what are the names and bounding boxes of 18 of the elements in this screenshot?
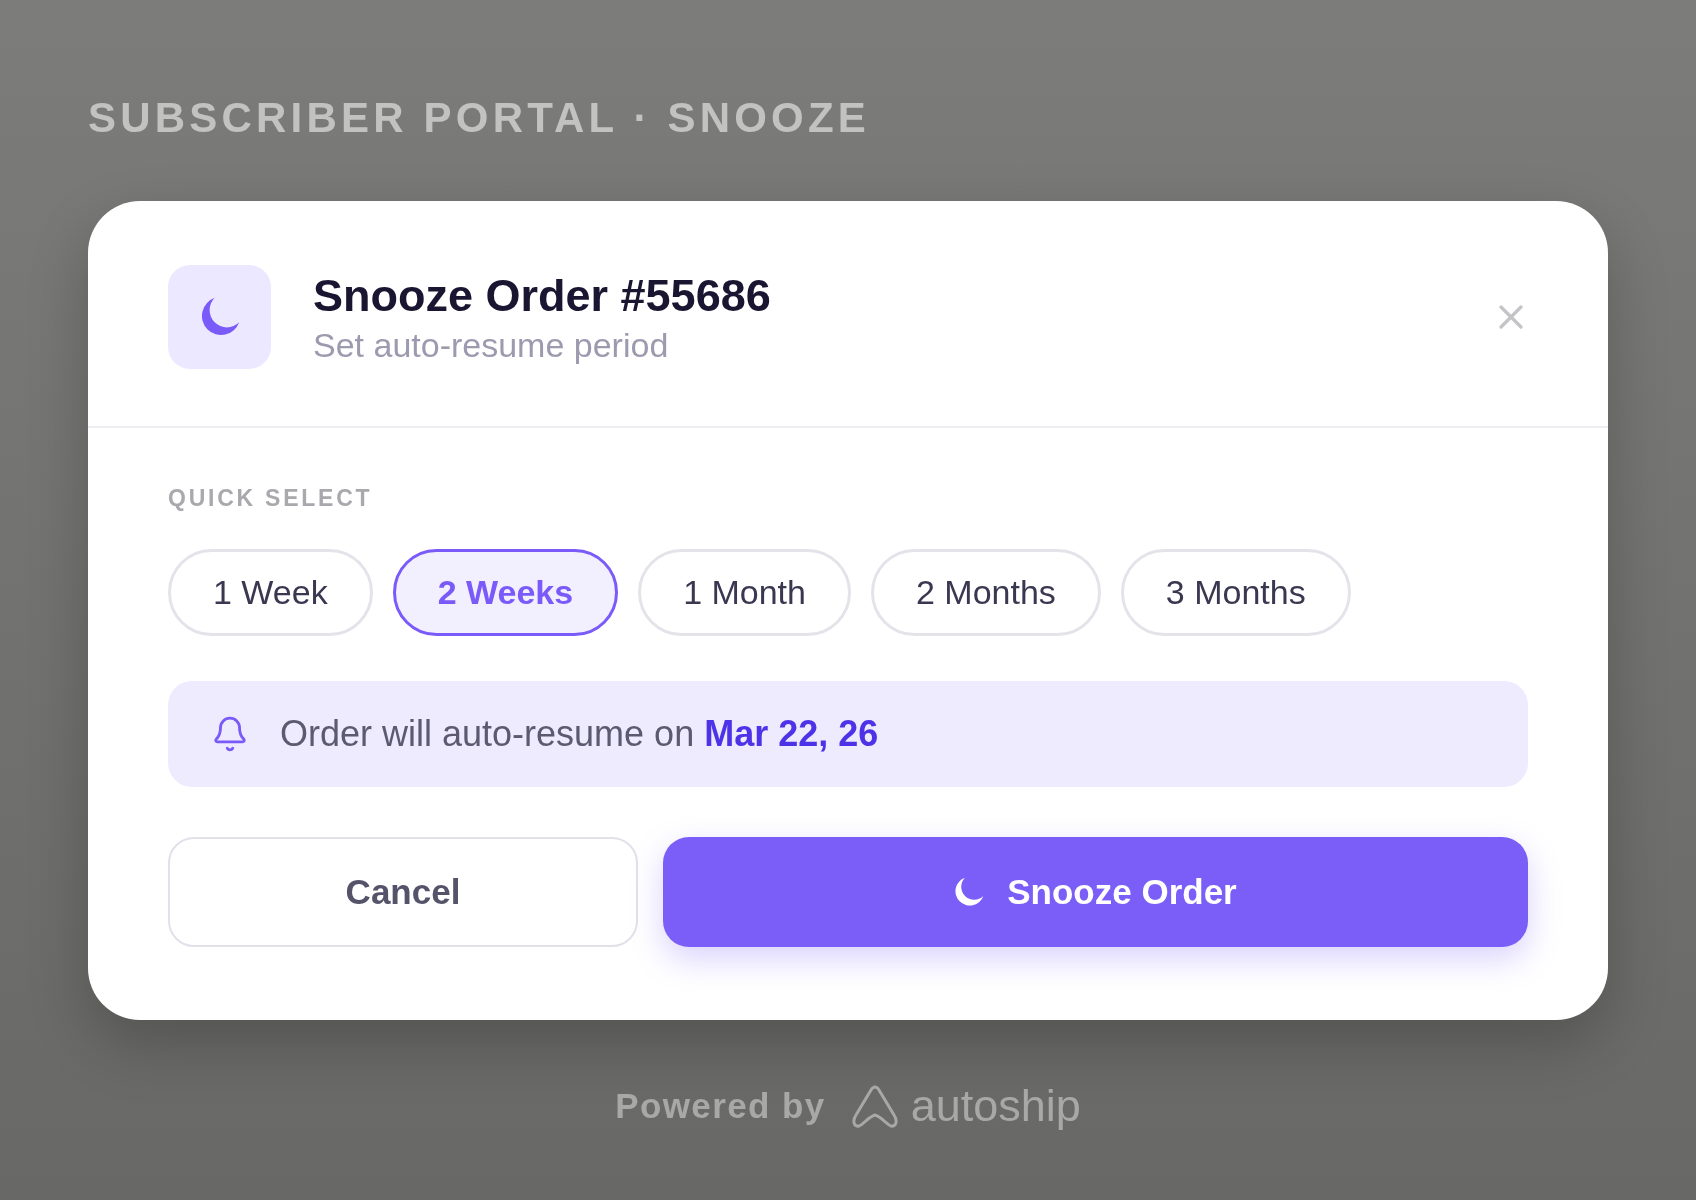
dialog-subtitle: Set auto-resume period [313,324,670,365]
page-title: SUBSCRIBER PORTAL · SNOOZE [88,96,871,140]
moon-icon [168,265,271,369]
snooze-order-button[interactable]: Snooze Order [663,837,1528,947]
duration-option[interactable]: 1 Week [168,549,373,636]
brand-name: autoship [910,1082,1081,1130]
dialog-title: Snooze Order #55686 [313,269,771,322]
cancel-button[interactable]: Cancel [168,837,638,947]
close-icon[interactable] [1499,305,1523,329]
duration-option[interactable]: 2 Months [871,549,1101,636]
powered-by-text: Powered by [615,1086,826,1126]
moon-icon [954,877,985,907]
duration-option[interactable]: 3 Months [1120,549,1351,636]
duration-option[interactable]: 2 Weeks [392,549,619,636]
bell-icon [211,714,249,754]
duration-option[interactable]: 1 Month [638,549,851,636]
section-label: QUICK SELECT [168,485,373,511]
resume-notice-text: Order will auto-resume on Mar 22, 26 [280,712,879,756]
